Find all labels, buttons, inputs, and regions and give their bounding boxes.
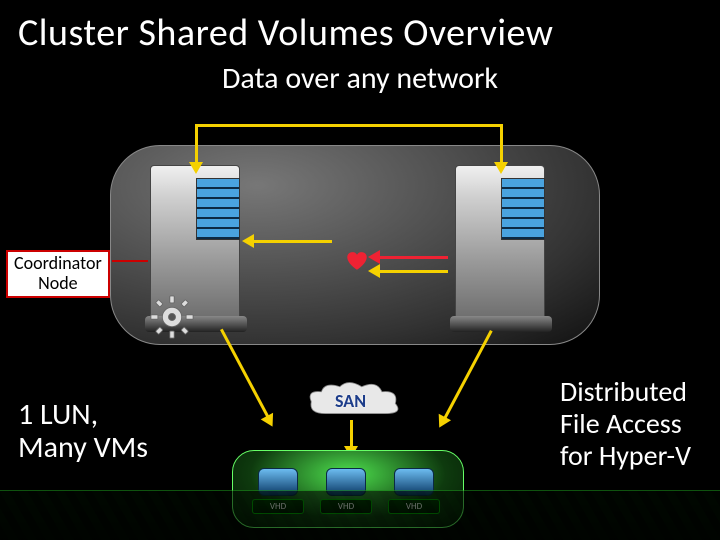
server-right — [455, 165, 545, 325]
page-subtitle: Data over any network — [0, 60, 720, 97]
san-label: SAN — [335, 390, 366, 412]
coordinator-label-line1: Coordinator — [14, 254, 102, 274]
text-distributed-file-access: Distributed File Access for Hyper-V — [560, 376, 710, 473]
page-title: Cluster Shared Volumes Overview — [0, 0, 720, 56]
text-1lun-manyvms: 1 LUN, Many VMs — [18, 398, 148, 464]
text-right-line3: for Hyper-V — [560, 440, 710, 472]
text-right-line1: Distributed — [560, 376, 710, 408]
coordinator-label: Coordinator Node — [6, 250, 110, 298]
text-right-line2: File Access — [560, 408, 710, 440]
heart-icon — [345, 248, 369, 272]
gear-icon — [150, 295, 194, 339]
text-left-line2: Many VMs — [18, 431, 148, 464]
coordinator-label-line2: Node — [14, 274, 102, 294]
coordinator-connector — [112, 260, 148, 262]
footer-decor — [0, 490, 720, 540]
text-left-line1: 1 LUN, — [18, 398, 148, 431]
